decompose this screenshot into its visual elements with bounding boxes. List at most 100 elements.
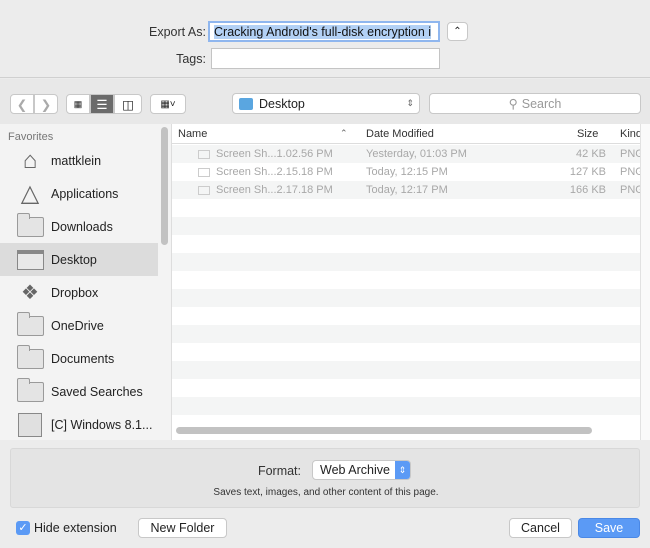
list-view-button[interactable]: ☰ [90, 94, 114, 114]
sort-ascending-icon: ⌃ [340, 128, 348, 138]
export-as-input[interactable]: Cracking Android's full-disk encryption … [208, 21, 440, 42]
search-placeholder: Search [521, 96, 562, 111]
chevron-left-icon: ❮ [16, 97, 28, 112]
sidebar-item-label: Saved Searches [51, 384, 143, 399]
cancel-button[interactable]: Cancel [509, 518, 572, 538]
updown-icon: ⇕ [395, 461, 410, 479]
sidebar: Favorites ⌂ mattklein △ Applications Downl… [0, 124, 172, 440]
empty-row [172, 343, 640, 361]
empty-row [172, 289, 640, 307]
sidebar-item-dropbox[interactable]: ❖ Dropbox [0, 276, 158, 309]
tags-input[interactable] [211, 48, 440, 69]
file-size: 42 KB [576, 148, 606, 160]
save-button[interactable]: Save [578, 518, 640, 538]
icon-view-button[interactable]: ▦ [66, 94, 90, 114]
hide-extension-label: Hide extension [34, 521, 117, 535]
table-row[interactable]: Screen Sh...2.17.18 PM Today, 12:17 PM 1… [172, 181, 640, 199]
export-header: Export As: Cracking Android's full-disk … [0, 0, 650, 78]
sidebar-item-onedrive[interactable]: OneDrive [0, 309, 158, 342]
sidebar-scrollbar[interactable] [161, 127, 168, 245]
file-size: 166 KB [569, 184, 606, 196]
sidebar-item-downloads[interactable]: Downloads [0, 210, 158, 243]
format-value: Web Archive [320, 463, 390, 477]
sidebar-item-label: mattklein [51, 153, 102, 168]
sidebar-item-desktop[interactable]: Desktop [0, 243, 158, 276]
folder-icon [16, 212, 44, 240]
sidebar-item-label: Documents [51, 351, 115, 366]
image-file-icon [198, 168, 210, 177]
table-row[interactable]: Screen Sh...1.02.56 PM Yesterday, 01:03 … [172, 145, 640, 163]
column-size[interactable]: Size [577, 128, 598, 140]
empty-row [172, 235, 640, 253]
export-as-label: Export As: [149, 25, 206, 39]
location-label: Desktop [259, 96, 305, 111]
empty-row [172, 361, 640, 379]
file-name: Screen Sh...2.15.18 PM [216, 166, 333, 178]
sidebar-item-saved-searches[interactable]: Saved Searches [0, 375, 158, 408]
image-file-icon [198, 186, 210, 195]
folder-icon [16, 311, 44, 339]
sidebar-item-label: Downloads [51, 219, 113, 234]
list-edge [640, 124, 650, 440]
sidebar-item-applications[interactable]: △ Applications [0, 177, 158, 210]
sidebar-item-documents[interactable]: Documents [0, 342, 158, 375]
file-size: 127 KB [569, 166, 606, 178]
sidebar-item-windows[interactable]: [C] Windows 8.1... [0, 408, 158, 440]
search-field[interactable]: ⚲ Search [429, 93, 641, 114]
sidebar-item-label: OneDrive [51, 318, 104, 333]
empty-row [172, 253, 640, 271]
sidebar-item-label: [C] Windows 8.1... [51, 417, 153, 432]
format-panel: Format: Web Archive ⇕ Saves text, images… [10, 448, 640, 508]
collapse-button[interactable]: ⌃ [447, 22, 468, 41]
sidebar-item-label: Dropbox [51, 285, 99, 300]
applications-icon: △ [20, 180, 40, 207]
chevron-right-icon: ❯ [40, 97, 52, 112]
format-description: Saves text, images, and other content of… [213, 487, 439, 498]
location-popup[interactable]: Desktop ⇕ [232, 93, 420, 114]
sidebar-item-label: Desktop [51, 252, 97, 267]
new-folder-button[interactable]: New Folder [138, 518, 227, 538]
empty-row [172, 217, 640, 235]
tags-label: Tags: [176, 52, 206, 66]
empty-row [172, 397, 640, 415]
forward-button[interactable]: ❯ [34, 94, 58, 114]
image-file-icon [198, 150, 210, 159]
file-kind: PNG i [620, 148, 640, 160]
search-icon: ⚲ [508, 97, 518, 111]
table-row[interactable]: Screen Sh...2.15.18 PM Today, 12:15 PM 1… [172, 163, 640, 181]
updown-icon: ⇕ [406, 98, 414, 108]
back-button[interactable]: ❮ [10, 94, 34, 114]
arrange-button[interactable]: ▦˅ [150, 94, 186, 114]
format-label: Format: [257, 464, 301, 478]
empty-row [172, 199, 640, 217]
favorites-heading: Favorites [8, 131, 54, 143]
file-date: Yesterday, 01:03 PM [366, 148, 467, 160]
folder-icon [239, 97, 253, 110]
empty-row [172, 307, 640, 325]
column-date[interactable]: Date Modified [366, 128, 434, 140]
grid-icon: ▦ [73, 98, 83, 109]
file-name: Screen Sh...2.17.18 PM [216, 184, 333, 196]
empty-row [172, 325, 640, 343]
hide-extension-checkbox[interactable]: ✓ [16, 521, 30, 535]
sidebar-item-mattklein[interactable]: ⌂ mattklein [0, 144, 158, 177]
arrange-icon: ▦˅ [160, 98, 176, 110]
column-kind[interactable]: Kind [620, 128, 640, 140]
list-icon: ☰ [96, 97, 108, 112]
file-date: Today, 12:15 PM [366, 166, 448, 178]
empty-row [172, 271, 640, 289]
folder-icon [16, 377, 44, 405]
format-popup[interactable]: Web Archive ⇕ [312, 460, 411, 480]
empty-row [172, 379, 640, 397]
column-view-button[interactable]: ◫ [114, 94, 142, 114]
file-date: Today, 12:17 PM [366, 184, 448, 196]
column-name[interactable]: Name [178, 128, 207, 140]
dropbox-icon: ❖ [21, 282, 39, 304]
columns-icon: ◫ [122, 97, 134, 112]
desktop-icon [16, 247, 44, 273]
sidebar-item-label: Applications [51, 186, 119, 201]
folder-icon [16, 344, 44, 372]
chevron-up-icon: ⌃ [453, 26, 462, 37]
file-kind: PNG i [620, 166, 640, 178]
horizontal-scrollbar[interactable] [176, 427, 592, 434]
